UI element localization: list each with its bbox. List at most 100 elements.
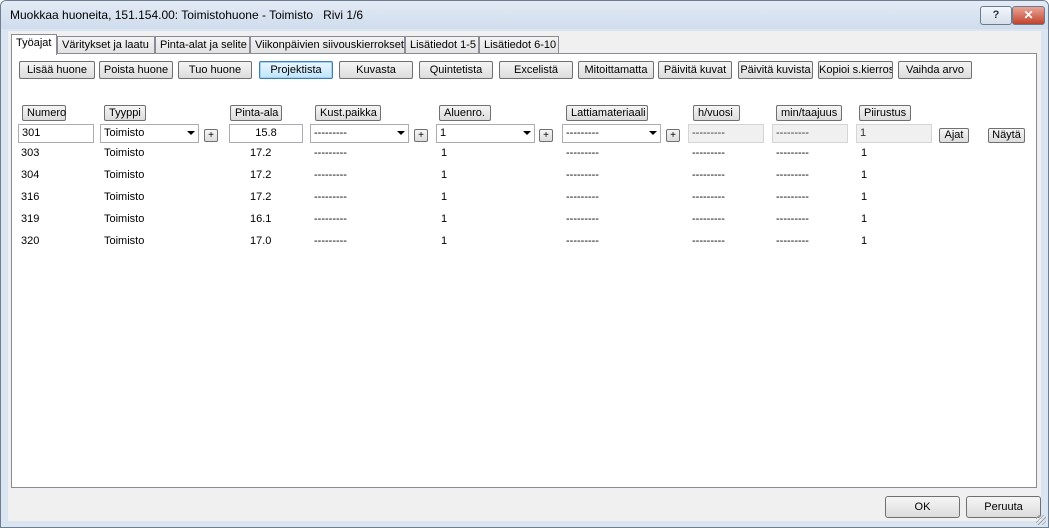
cell-kust-paikka: --------- xyxy=(314,191,347,203)
cell-tyyppi: Toimisto xyxy=(104,213,145,225)
import-room-button[interactable]: Tuo huone xyxy=(178,61,252,79)
cell-kust-paikka: --------- xyxy=(314,169,347,181)
from-project-button[interactable]: Projektista xyxy=(259,61,333,79)
cell-pinta-ala: 17.2 xyxy=(250,147,272,159)
update-from-images-button[interactable]: Päivitä kuvista xyxy=(738,61,813,79)
add-kust-paikka-button[interactable]: + xyxy=(414,129,428,142)
ajat-button[interactable]: Ajat xyxy=(939,128,969,143)
tyyppi-select-value: Toimisto xyxy=(104,127,145,139)
cell-aluenro: 1 xyxy=(441,235,448,247)
piirustus-field: 1 xyxy=(856,124,932,143)
cell-piirustus: 1 xyxy=(861,213,868,225)
close-button[interactable]: ✕ xyxy=(1012,6,1045,25)
aluenro-select-value: 1 xyxy=(440,127,447,139)
cell-lattiamateriaali: --------- xyxy=(566,147,599,159)
column-header-numero[interactable]: Numero xyxy=(22,105,66,121)
cell-lattiamateriaali: --------- xyxy=(566,213,599,225)
cell-aluenro: 1 xyxy=(441,191,448,203)
cell-numero: 319 xyxy=(21,213,40,225)
add-lattiamateriaali-button[interactable]: + xyxy=(666,129,680,142)
help-button[interactable]: ? xyxy=(980,6,1012,25)
from-image-button[interactable]: Kuvasta xyxy=(339,61,413,79)
column-header-piirustus[interactable]: Piirustus xyxy=(859,105,911,121)
cell-pinta-ala: 17.2 xyxy=(250,191,272,203)
tab-viikonpaivien-siivous[interactable]: Viikonpäivien siivouskierrokset xyxy=(250,36,405,53)
cell-numero: 304 xyxy=(21,169,40,181)
cell-numero: 320 xyxy=(21,235,40,247)
tab-panel-tyoajat: Lisää huone Poista huone Tuo huone Proje… xyxy=(11,53,1037,488)
chevron-down-icon xyxy=(523,131,531,135)
cell-piirustus: 1 xyxy=(861,235,868,247)
tab-varitykset[interactable]: Väritykset ja laatu xyxy=(57,36,155,53)
cell-h-vuosi: --------- xyxy=(692,169,725,181)
kust-paikka-select[interactable]: --------- xyxy=(310,124,409,143)
cell-pinta-ala: 17.2 xyxy=(250,169,272,181)
column-header-pinta-ala[interactable]: Pinta-ala xyxy=(230,105,282,121)
tab-tyoajat[interactable]: Työajat xyxy=(11,34,57,55)
from-excel-button[interactable]: Excelistä xyxy=(499,61,573,79)
ok-button[interactable]: OK xyxy=(885,496,960,518)
cell-h-vuosi: --------- xyxy=(692,191,725,203)
add-room-button[interactable]: Lisää huone xyxy=(19,61,95,79)
add-tyyppi-button[interactable]: + xyxy=(204,129,218,142)
tyyppi-select[interactable]: Toimisto xyxy=(100,124,199,143)
cancel-button[interactable]: Peruuta xyxy=(966,496,1041,518)
title-bar[interactable]: Muokkaa huoneita, 151.154.00: Toimistohu… xyxy=(1,1,1048,29)
cell-h-vuosi: --------- xyxy=(692,235,725,247)
column-header-tyyppi[interactable]: Tyyppi xyxy=(104,105,146,121)
add-aluenro-button[interactable]: + xyxy=(539,129,553,142)
aluenro-select[interactable]: 1 xyxy=(436,124,535,143)
cell-h-vuosi: --------- xyxy=(692,213,725,225)
cell-kust-paikka: --------- xyxy=(314,147,347,159)
cell-min-taajuus: --------- xyxy=(776,191,809,203)
min-taajuus-field: --------- xyxy=(772,124,848,143)
unmeasured-button[interactable]: Mitoittamatta xyxy=(578,61,654,79)
cell-lattiamateriaali: --------- xyxy=(566,169,599,181)
numero-input[interactable]: 301 xyxy=(18,124,94,143)
cell-piirustus: 1 xyxy=(861,147,868,159)
pinta-ala-input[interactable]: 15.8 xyxy=(229,124,303,143)
chevron-down-icon xyxy=(397,131,405,135)
copy-cleaning-round-button[interactable]: Kopioi s.kierros xyxy=(818,61,893,79)
column-header-min-taajuus[interactable]: min/taajuus xyxy=(776,105,842,121)
tab-lisatiedot-1-5[interactable]: Lisätiedot 1-5 xyxy=(405,36,479,53)
h-vuosi-field: --------- xyxy=(688,124,764,143)
cell-piirustus: 1 xyxy=(861,191,868,203)
cell-kust-paikka: --------- xyxy=(314,235,347,247)
cell-tyyppi: Toimisto xyxy=(104,147,145,159)
nayta-button[interactable]: Näytä xyxy=(988,128,1025,143)
cell-tyyppi: Toimisto xyxy=(104,235,145,247)
cell-h-vuosi: --------- xyxy=(692,147,725,159)
cell-tyyppi: Toimisto xyxy=(104,169,145,181)
column-header-lattiamateriaali[interactable]: Lattiamateriaali xyxy=(566,105,648,121)
cell-min-taajuus: --------- xyxy=(776,169,809,181)
change-value-button[interactable]: Vaihda arvo xyxy=(898,61,972,79)
cell-tyyppi: Toimisto xyxy=(104,191,145,203)
cell-pinta-ala: 16.1 xyxy=(250,213,272,225)
cell-aluenro: 1 xyxy=(441,169,448,181)
cell-piirustus: 1 xyxy=(861,169,868,181)
cell-numero: 303 xyxy=(21,147,40,159)
tab-lisatiedot-6-10[interactable]: Lisätiedot 6-10 xyxy=(479,36,559,53)
cell-lattiamateriaali: --------- xyxy=(566,235,599,247)
resize-grip[interactable] xyxy=(1036,515,1046,525)
dialog-client: Työajat Väritykset ja laatu Pinta-alat j… xyxy=(8,31,1041,521)
cell-lattiamateriaali: --------- xyxy=(566,191,599,203)
lattiamateriaali-select-value: --------- xyxy=(566,127,599,139)
update-images-button[interactable]: Päivitä kuvat xyxy=(658,61,732,79)
column-header-h-vuosi[interactable]: h/vuosi xyxy=(693,105,740,121)
cell-aluenro: 1 xyxy=(441,213,448,225)
chevron-down-icon xyxy=(187,131,195,135)
delete-room-button[interactable]: Poista huone xyxy=(99,61,173,79)
cell-aluenro: 1 xyxy=(441,147,448,159)
column-header-aluenro[interactable]: Aluenro. xyxy=(439,105,491,121)
column-header-kust-paikka[interactable]: Kust.paikka xyxy=(315,105,381,121)
cell-min-taajuus: --------- xyxy=(776,213,809,225)
lattiamateriaali-select[interactable]: --------- xyxy=(562,124,661,143)
cell-min-taajuus: --------- xyxy=(776,235,809,247)
dialog-window: Muokkaa huoneita, 151.154.00: Toimistohu… xyxy=(0,0,1049,528)
chevron-down-icon xyxy=(649,131,657,135)
tab-pinta-alat[interactable]: Pinta-alat ja selite xyxy=(155,36,250,53)
kust-paikka-select-value: --------- xyxy=(314,127,347,139)
from-quintet-button[interactable]: Quintetista xyxy=(419,61,493,79)
